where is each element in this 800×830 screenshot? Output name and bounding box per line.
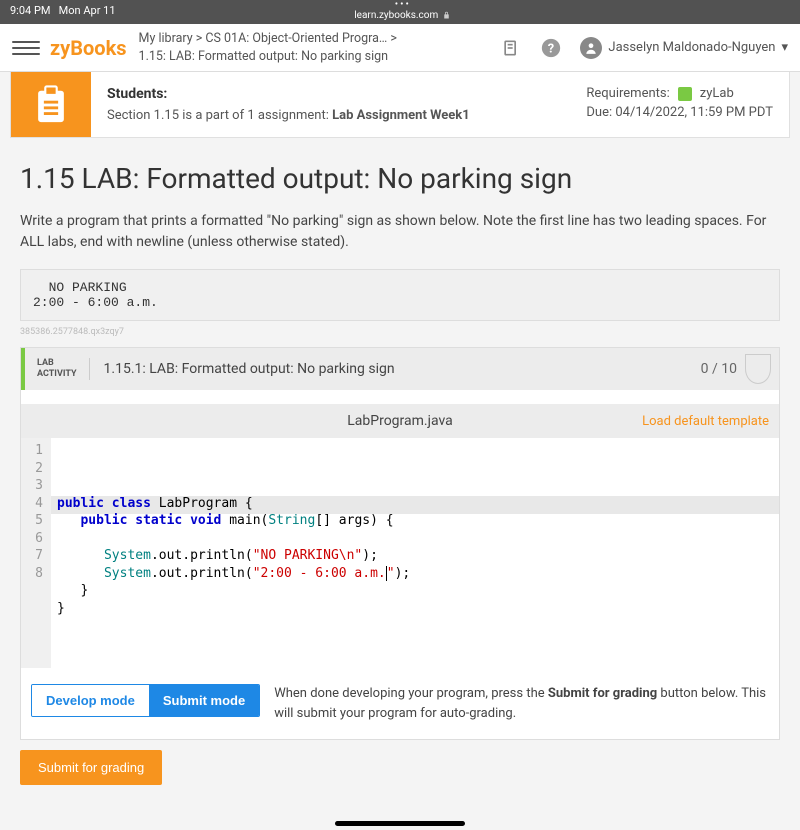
home-indicator[interactable]: [335, 821, 465, 826]
submit-mode-button[interactable]: Submit mode: [149, 685, 259, 716]
clipboard-icon: [11, 72, 91, 137]
submit-for-grading-button[interactable]: Submit for grading: [20, 750, 162, 785]
develop-mode-button[interactable]: Develop mode: [32, 685, 149, 716]
banner-text: Section 1.15 is a part of 1 assignment: …: [107, 108, 586, 123]
assignment-banner: Students: Section 1.15 is a part of 1 as…: [10, 72, 790, 138]
device-status-bar: 9:04 PM Mon Apr 11 ••• learn.zybooks.com: [0, 0, 800, 24]
chevron-down-icon: ▾: [781, 40, 788, 55]
breadcrumb[interactable]: My library > CS 01A: Object-Oriented Pro…: [139, 30, 501, 65]
activity-score: 0 / 10: [693, 361, 745, 377]
requirements-row: Requirements: zyLab: [586, 86, 773, 101]
user-menu[interactable]: Jasselyn Maldonado-Nguyen ▾: [580, 37, 788, 59]
banner-heading: Students:: [107, 86, 586, 102]
lab-activity-panel: LAB ACTIVITY 1.15.1: LAB: Formatted outp…: [20, 347, 780, 740]
line-gutter: 1 2 3 4 5 6 7 8: [21, 438, 51, 668]
book-icon[interactable]: [500, 37, 522, 59]
content-id: 385386.2577848.qx3zqy7: [20, 327, 780, 337]
page-title: 1.15 LAB: Formatted output: No parking s…: [20, 162, 780, 195]
code-content[interactable]: public class LabProgram { public static …: [51, 438, 779, 668]
multitask-dots-icon[interactable]: •••: [395, 0, 411, 10]
avatar-icon: [580, 37, 602, 59]
due-date: Due: 04/14/2022, 11:59 PM PDT: [586, 105, 773, 120]
mode-toggle: Develop mode Submit mode: [31, 684, 260, 717]
svg-text:?: ?: [548, 41, 554, 56]
activity-type-label: LAB ACTIVITY: [25, 358, 90, 380]
zylab-indicator-icon: [678, 87, 692, 101]
zybooks-logo[interactable]: zyBooks: [50, 36, 127, 60]
lock-icon: [442, 11, 451, 20]
load-default-template-link[interactable]: Load default template: [642, 414, 769, 429]
status-time-date: 9:04 PM Mon Apr 11: [10, 4, 116, 17]
activity-title: 1.15.1: LAB: Formatted output: No parkin…: [90, 361, 693, 377]
browser-url: learn.zybooks.com: [354, 11, 451, 21]
user-name: Jasselyn Maldonado-Nguyen: [608, 40, 775, 55]
expected-output-sample: NO PARKING 2:00 - 6:00 a.m.: [20, 269, 780, 321]
lab-description: Write a program that prints a formatted …: [20, 211, 780, 253]
mode-instructions: When done developing your program, press…: [274, 684, 769, 723]
app-topbar: zyBooks My library > CS 01A: Object-Orie…: [0, 24, 800, 72]
completion-shield-icon: [745, 354, 771, 384]
help-icon[interactable]: ?: [540, 37, 562, 59]
hamburger-menu-icon[interactable]: [12, 41, 40, 55]
code-editor[interactable]: 1 2 3 4 5 6 7 8 public class LabProgram …: [21, 438, 779, 668]
